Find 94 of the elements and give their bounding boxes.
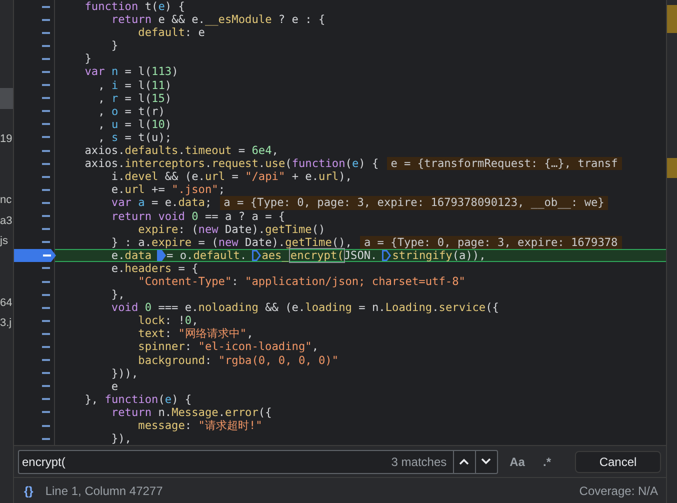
line-marker-icon[interactable] (42, 294, 50, 296)
code-text: , o = t(r) (97, 104, 165, 118)
line-marker-icon[interactable] (42, 110, 50, 112)
code-text: e.headers = { (110, 262, 198, 275)
line-marker-icon[interactable] (42, 346, 50, 348)
line-marker-icon[interactable] (42, 228, 50, 230)
line-marker-icon[interactable] (42, 424, 50, 427)
line-marker-icon[interactable] (42, 71, 50, 74)
code-text: message: "请求超时!" (137, 419, 262, 432)
search-input[interactable]: encrypt( (19, 454, 392, 468)
file-name[interactable]: 64 (0, 296, 12, 310)
inline-breakpoint-icon[interactable] (382, 250, 392, 261)
code-text: function t(e) { (84, 0, 185, 14)
cancel-button[interactable]: Cancel (575, 450, 661, 472)
code-text: var a = e.data; (110, 196, 212, 210)
line-marker-icon[interactable] (42, 280, 50, 283)
line-marker-icon[interactable] (42, 411, 50, 414)
breakpoint-marker[interactable] (14, 248, 56, 262)
value-preview: a = {Type: 0, page: 3, expire: 1679378090123, __ob__: we} (220, 196, 608, 210)
inline-breakpoint-icon[interactable] (252, 250, 261, 261)
line-marker-icon[interactable] (42, 215, 50, 218)
code-text: void 0 === e.noloading && (e.loading = n.Loading.service({ (110, 301, 499, 314)
line-marker-icon[interactable] (42, 123, 50, 126)
code-text: text: "网络请求中", (137, 327, 254, 340)
code-text: } (84, 52, 92, 66)
chevron-down-icon (481, 458, 492, 465)
line-marker-icon[interactable] (42, 84, 50, 86)
code-text: }), (110, 432, 132, 445)
line-marker-icon[interactable] (42, 136, 50, 138)
line-marker-icon[interactable] (42, 202, 50, 204)
file-name[interactable]: 3.j (0, 317, 12, 330)
match-case-toggle[interactable]: Aa (504, 452, 531, 470)
inline-breakpoint-icon[interactable] (156, 250, 166, 261)
cursor-position: Line 1, Column 47277 (45, 484, 163, 498)
file-name[interactable]: 19 (0, 132, 12, 146)
code-text: stringify(a)), (392, 248, 486, 262)
line-marker-icon[interactable] (42, 32, 50, 34)
coverage-status: Coverage: N/A (579, 484, 658, 498)
code-text: e.data (110, 248, 152, 262)
code-text: return void 0 == a ? a = { (110, 210, 286, 223)
file-name[interactable]: a3 (0, 214, 12, 228)
value-preview: e = {transformRequest: {…}, transf (386, 157, 622, 170)
code-text: default: e (137, 26, 205, 40)
code-text: } : a.expire = (new Date).getTime(), (110, 236, 352, 249)
line-marker-icon[interactable] (42, 359, 50, 362)
line-marker-icon[interactable] (42, 306, 50, 309)
code-text: var n = l(113) (84, 65, 178, 79)
code-text: i.devel && (e.url = "/api" + e.url), (110, 170, 352, 184)
match-count: 3 matches (391, 454, 448, 468)
code-text: expire: (new Date).getTime() (137, 222, 326, 236)
code-text: }, function(e) { (84, 392, 192, 406)
code-text: , u = l(10) (97, 118, 172, 131)
file-name[interactable]: nc (0, 194, 12, 208)
code-text: = o.default. (166, 248, 247, 262)
code-text: })), (110, 366, 138, 380)
line-marker-icon[interactable] (42, 267, 50, 270)
file-name[interactable]: js (0, 235, 8, 248)
regex-toggle[interactable]: .* (536, 452, 557, 470)
code-text: }, (110, 288, 125, 302)
line-marker-icon[interactable] (42, 320, 50, 322)
code-text: e.url += ".json"; (110, 183, 226, 196)
pretty-print-button[interactable]: {} (22, 484, 36, 498)
code-text: aes_ encrypt(JSON. (262, 248, 378, 262)
line-marker-icon[interactable] (42, 97, 50, 100)
code-text: , r = l(15) (97, 92, 172, 105)
line-marker-icon[interactable] (42, 6, 50, 8)
code-text: return n.Message.error({ (110, 406, 272, 419)
code-text: lock: !0, (137, 314, 198, 328)
code-text: "Content-Type": "application/json; charset=utf-8" (137, 274, 466, 288)
code-text: axios.defaults.timeout = 6e4, (84, 144, 278, 158)
value-preview: a = {Type: 0, page: 3, expire: 1679378 (360, 236, 622, 249)
chevron-up-icon (459, 458, 470, 465)
search-field[interactable]: encrypt( 3 matches (18, 450, 498, 474)
line-marker-icon[interactable] (42, 438, 50, 440)
code-text: axios.interceptors.request.use(function(e) { (84, 157, 379, 170)
line-marker-icon[interactable] (42, 150, 50, 152)
line-marker-icon[interactable] (42, 176, 50, 178)
code-text: spinner: "el-icon-loading", (137, 340, 318, 354)
code-text: background: "rgba(0, 0, 0, 0)" (137, 354, 339, 367)
line-marker-icon[interactable] (42, 188, 50, 191)
line-marker-icon[interactable] (42, 398, 50, 400)
code-text: e (110, 380, 118, 393)
line-marker-icon[interactable] (42, 162, 50, 165)
line-marker-icon[interactable] (42, 18, 50, 21)
line-marker-icon[interactable] (42, 372, 50, 374)
code-text: return e && e.__esModule ? e : { (110, 13, 326, 26)
code-text: , i = l(11) (97, 78, 172, 92)
code-text: , s = t(u); (97, 130, 172, 144)
line-marker-icon[interactable] (42, 332, 50, 335)
line-marker-icon[interactable] (42, 44, 50, 47)
code-text: } (110, 39, 118, 52)
line-marker-icon[interactable] (42, 385, 50, 388)
line-marker-icon[interactable] (42, 241, 50, 244)
line-marker-icon[interactable] (42, 58, 50, 60)
